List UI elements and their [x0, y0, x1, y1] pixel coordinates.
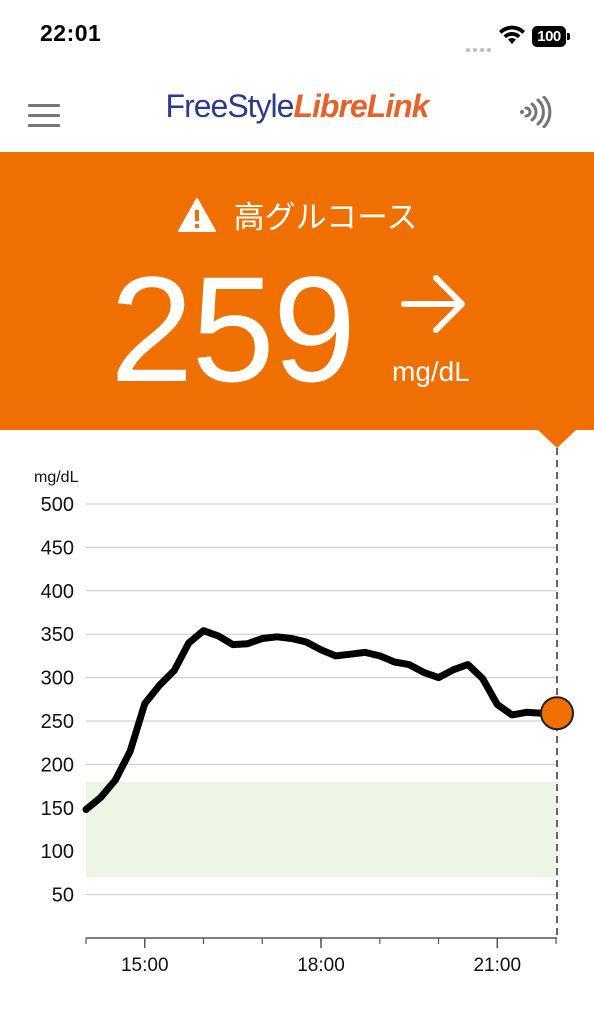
- app-header: FreeStyleLibreLink: [0, 72, 594, 152]
- brand-freestyle: FreeStyle: [165, 88, 295, 124]
- y-tick-label: 150: [41, 798, 74, 820]
- x-tick-label: 18:00: [297, 955, 345, 976]
- wifi-icon: [499, 25, 525, 44]
- alert-title-row: 高グルコース: [0, 192, 594, 236]
- y-tick-label: 400: [41, 581, 74, 603]
- current-reading-marker: [540, 696, 574, 731]
- y-tick-label: 300: [41, 668, 74, 690]
- brand-librelink: LibreLink: [293, 88, 429, 124]
- y-tick-label: 250: [41, 711, 74, 733]
- brand-logo: FreeStyleLibreLink: [0, 88, 594, 125]
- status-bar: 22:01 100: [0, 0, 594, 72]
- status-time: 22:01: [40, 20, 102, 46]
- y-tick-label: 50: [52, 885, 74, 907]
- nfc-scan-icon: [520, 95, 552, 129]
- battery-level: 100: [532, 26, 566, 47]
- y-tick-label: 500: [41, 494, 74, 516]
- alert-title: 高グルコース: [233, 200, 418, 236]
- x-tick-label: 15:00: [121, 955, 169, 976]
- glucose-chart: mg/dL 50 100 150 200 250 300 350 400 450 500 15:0…: [34, 448, 574, 976]
- cellular-signal-icon: [466, 37, 494, 56]
- glucose-alert-panel: 高グルコース 259 mg/dL: [0, 152, 594, 430]
- glucose-value: 259: [110, 245, 356, 413]
- y-tick-label: 200: [41, 754, 74, 776]
- x-tick-label: 21:00: [473, 955, 521, 976]
- arrow-right-icon: [401, 275, 465, 333]
- y-tick-label: 100: [41, 841, 74, 863]
- battery-indicator: 100: [532, 26, 570, 47]
- glucose-unit: mg/dL: [392, 356, 470, 387]
- target-range-band: [86, 781, 557, 878]
- y-tick-label: 350: [41, 624, 74, 646]
- y-axis-unit: mg/dL: [34, 469, 79, 486]
- warning-triangle-icon: [177, 197, 216, 232]
- y-tick-label: 450: [41, 537, 74, 559]
- scan-button[interactable]: [520, 95, 556, 129]
